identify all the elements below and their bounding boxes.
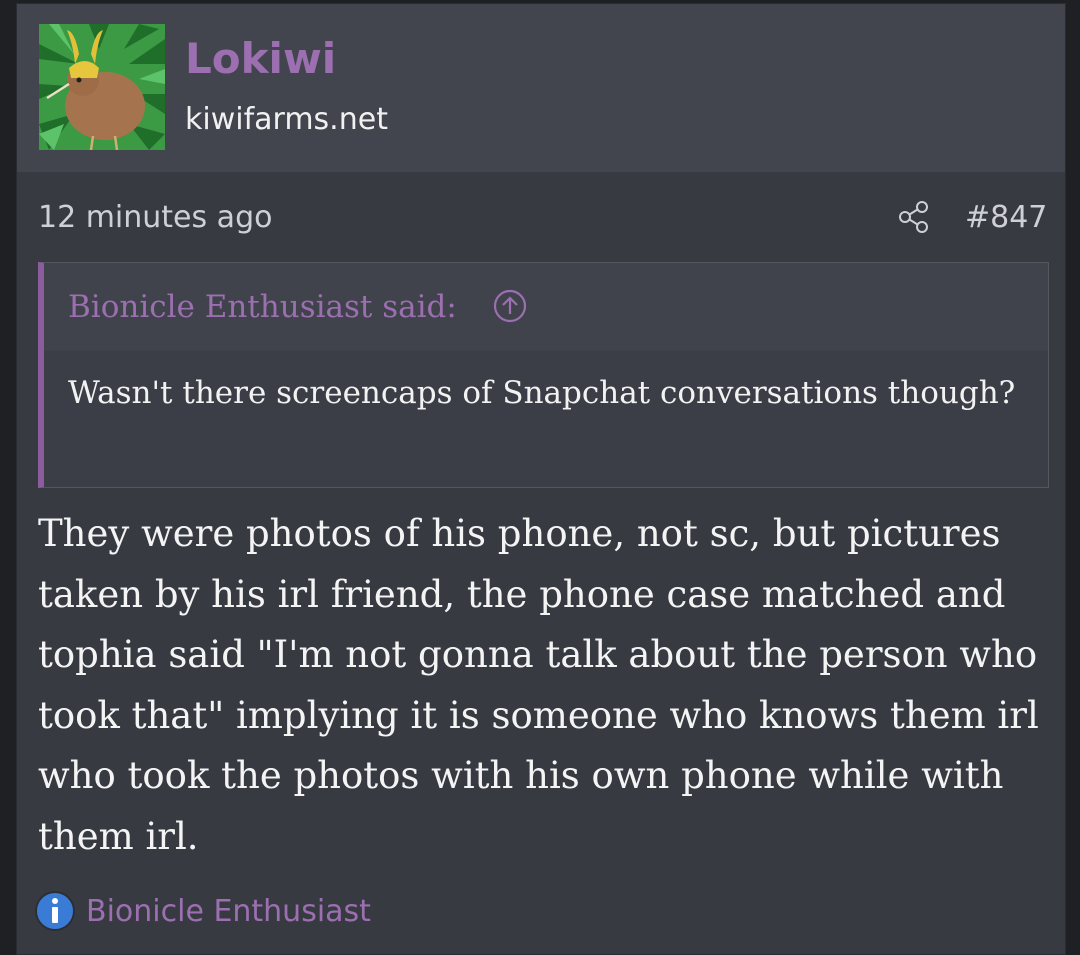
quote-author-link[interactable]: Bionicle Enthusiast said: bbox=[68, 289, 457, 325]
post-number-link[interactable]: #847 bbox=[965, 200, 1047, 235]
share-icon[interactable] bbox=[897, 200, 931, 234]
post-header: Lokiwi kiwifarms.net bbox=[17, 4, 1065, 172]
post-timestamp[interactable]: 12 minutes ago bbox=[38, 200, 272, 235]
kiwi-bird-avatar-icon bbox=[39, 24, 165, 150]
post-card: Lokiwi kiwifarms.net 12 minutes ago #847… bbox=[16, 3, 1066, 955]
user-site: kiwifarms.net bbox=[185, 102, 388, 137]
arrow-up-circle-icon[interactable] bbox=[492, 288, 528, 324]
quote-block: Bionicle Enthusiast said: Wasn't there s… bbox=[38, 262, 1049, 488]
reaction-bar: Bionicle Enthusiast bbox=[34, 886, 371, 936]
post-body: They were photos of his phone, not sc, b… bbox=[38, 512, 1039, 858]
quote-header: Bionicle Enthusiast said: bbox=[44, 263, 1048, 351]
quote-text: Wasn't there screencaps of Snapchat conv… bbox=[68, 375, 1016, 411]
user-avatar[interactable] bbox=[39, 24, 165, 150]
reaction-user-link[interactable]: Bionicle Enthusiast bbox=[86, 894, 371, 929]
username-link[interactable]: Lokiwi bbox=[185, 34, 336, 83]
info-icon bbox=[35, 891, 75, 931]
post-meta-bar: 12 minutes ago #847 bbox=[17, 172, 1065, 262]
